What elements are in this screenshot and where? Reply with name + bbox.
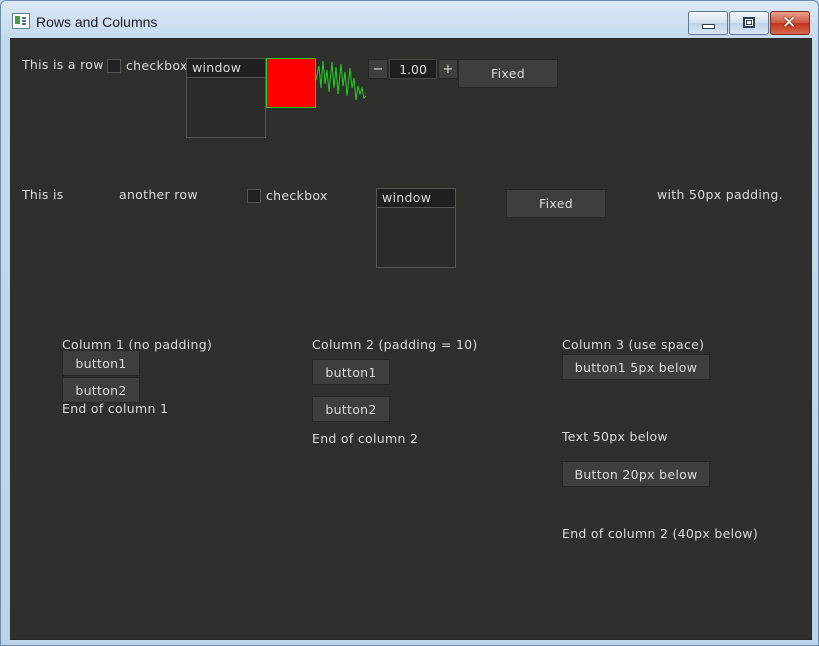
red-color-box (266, 58, 316, 108)
col3-end-label: End of column 2 (40px below) (562, 526, 758, 541)
col1-end-label: End of column 1 (62, 401, 169, 416)
maximize-icon (743, 17, 755, 28)
app-window-icon (12, 13, 30, 29)
row2-fixed-button[interactable]: Fixed (506, 189, 606, 218)
row1-checkbox-label: checkbox (126, 58, 188, 73)
minimize-icon (702, 24, 715, 29)
col1-button2[interactable]: button2 (62, 377, 140, 403)
row1-checkbox[interactable] (107, 59, 121, 73)
col2-end-label: End of column 2 (312, 431, 419, 446)
close-icon: ✕ (782, 13, 797, 33)
row1-subwindow-title: window (187, 59, 265, 78)
row2-subwindow-title: window (377, 189, 455, 208)
minimize-button[interactable] (688, 11, 728, 35)
spinner-increment-button[interactable]: + (438, 59, 458, 79)
app-window: Rows and Columns ✕ This is a row checkbo… (0, 0, 819, 646)
spinner-value-field[interactable]: 1.00 (389, 59, 437, 79)
row2-checkbox-label: checkbox (266, 188, 328, 203)
col2-button2[interactable]: button2 (312, 396, 390, 422)
row1-subwindow[interactable]: window (186, 58, 266, 138)
row2-label-1: This is (22, 187, 64, 202)
waveform-graph (316, 60, 366, 101)
maximize-button[interactable] (729, 11, 769, 35)
row1-fixed-button[interactable]: Fixed (458, 59, 558, 88)
row2-label-2: another row (119, 187, 198, 202)
col3-button1[interactable]: button1 5px below (562, 354, 710, 380)
client-area: This is a row checkbox window − 1.00 + F… (10, 38, 812, 640)
col3-text-label: Text 50px below (562, 429, 668, 444)
col2-button1[interactable]: button1 (312, 359, 390, 385)
col1-button1[interactable]: button1 (62, 350, 140, 376)
row2-checkbox[interactable] (247, 189, 261, 203)
row1-label: This is a row (22, 57, 104, 72)
title-bar[interactable]: Rows and Columns ✕ (1, 1, 818, 37)
col2-title: Column 2 (padding = 10) (312, 337, 478, 352)
window-title: Rows and Columns (36, 14, 158, 30)
close-button[interactable]: ✕ (770, 11, 810, 35)
waveform-line (316, 60, 366, 101)
col3-button2[interactable]: Button 20px below (562, 461, 710, 487)
row2-label-3: with 50px padding. (657, 187, 783, 202)
row2-subwindow[interactable]: window (376, 188, 456, 268)
spinner-decrement-button[interactable]: − (368, 59, 388, 79)
col3-title: Column 3 (use space) (562, 337, 705, 352)
